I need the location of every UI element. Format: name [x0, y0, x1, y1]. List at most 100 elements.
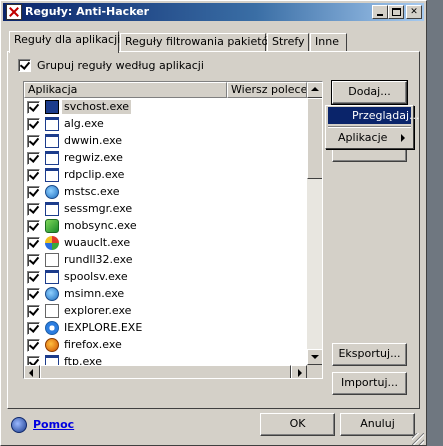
- window-title: Reguły: Anti-Hacker: [25, 5, 150, 18]
- add-context-menu: Przeglądaj... Aplikacje: [325, 105, 420, 149]
- outlook-express-icon: [45, 287, 59, 301]
- rule-enabled-checkbox[interactable]: [27, 152, 40, 165]
- application-name: msimn.exe: [64, 287, 125, 300]
- list-item[interactable]: mstsc.exe: [24, 184, 307, 201]
- rule-enabled-checkbox[interactable]: [27, 118, 40, 131]
- help-icon[interactable]: [11, 417, 27, 433]
- application-list[interactable]: Aplikacja Wiersz polecenia svchost.exe al…: [23, 81, 323, 379]
- document-icon: [45, 253, 59, 267]
- list-item[interactable]: wuauclt.exe: [24, 235, 307, 252]
- scroll-up-button[interactable]: [307, 82, 322, 98]
- vertical-scrollbar[interactable]: [307, 82, 322, 365]
- group-rules-label: Grupuj reguły według aplikacji: [37, 59, 204, 72]
- application-name: IEXPLORE.EXE: [64, 321, 143, 334]
- document-icon: [45, 304, 59, 318]
- windows-update-icon: [45, 236, 59, 250]
- list-item[interactable]: svchost.exe: [24, 99, 307, 116]
- add-button[interactable]: Dodaj...: [332, 81, 407, 104]
- list-item[interactable]: IEXPLORE.EXE: [24, 320, 307, 337]
- vertical-scroll-thumb[interactable]: [307, 98, 322, 179]
- rule-enabled-checkbox[interactable]: [27, 220, 40, 233]
- tab-application-rules[interactable]: Reguły dla aplikacji: [9, 31, 120, 53]
- tab-other[interactable]: Inne: [310, 33, 347, 51]
- list-item[interactable]: firefox.exe: [24, 337, 307, 354]
- rule-enabled-checkbox[interactable]: [27, 339, 40, 352]
- scroll-down-button[interactable]: [307, 349, 322, 365]
- menu-item-browse[interactable]: Przeglądaj...: [328, 107, 420, 124]
- rule-enabled-checkbox[interactable]: [27, 254, 40, 267]
- rule-enabled-checkbox[interactable]: [27, 288, 40, 301]
- horizontal-scrollbar[interactable]: [24, 365, 307, 378]
- column-header-application[interactable]: Aplikacja: [24, 82, 227, 98]
- application-name: alg.exe: [64, 117, 104, 130]
- anti-hacker-icon: [6, 4, 22, 20]
- rule-enabled-checkbox[interactable]: [27, 186, 40, 199]
- maximize-button[interactable]: [388, 5, 404, 19]
- list-item[interactable]: msimn.exe: [24, 286, 307, 303]
- window-icon: [45, 134, 59, 148]
- arrow-right-icon: [298, 369, 302, 377]
- title-bar[interactable]: Reguły: Anti-Hacker ✕: [3, 3, 424, 21]
- ok-button[interactable]: OK: [260, 413, 335, 436]
- menu-item-applications[interactable]: Aplikacje: [328, 129, 411, 146]
- list-item[interactable]: spoolsv.exe: [24, 269, 307, 286]
- list-rows: svchost.exe alg.exe dwwin.exe regwiz.exe rdp…: [24, 99, 307, 371]
- firefox-icon: [45, 338, 59, 352]
- list-item[interactable]: alg.exe: [24, 116, 307, 133]
- maximize-icon: [392, 8, 401, 16]
- list-item[interactable]: rundll32.exe: [24, 252, 307, 269]
- application-name: rdpclip.exe: [64, 168, 125, 181]
- tab-packet-filtering-rules[interactable]: Reguły filtrowania pakietów: [120, 33, 277, 51]
- arrow-left-icon: [29, 369, 33, 377]
- arrow-down-icon: [311, 355, 319, 359]
- rule-enabled-checkbox[interactable]: [27, 203, 40, 216]
- close-icon: ✕: [410, 7, 418, 17]
- tab-zones[interactable]: Strefy: [267, 33, 309, 51]
- export-button[interactable]: Eksportuj...: [332, 343, 407, 366]
- application-name: sessmgr.exe: [64, 202, 133, 215]
- rule-enabled-checkbox[interactable]: [27, 271, 40, 284]
- scroll-left-button[interactable]: [24, 365, 40, 378]
- minimize-button[interactable]: [372, 5, 388, 19]
- list-header: Aplikacja Wiersz polecenia: [24, 82, 307, 98]
- resize-grip[interactable]: [412, 433, 424, 445]
- sync-icon: [45, 219, 59, 233]
- application-name: svchost.exe: [62, 100, 132, 114]
- rule-enabled-checkbox[interactable]: [27, 305, 40, 318]
- import-button[interactable]: Importuj...: [332, 372, 407, 395]
- list-item[interactable]: mobsync.exe: [24, 218, 307, 235]
- help-link[interactable]: Pomoc: [33, 418, 74, 431]
- window-icon: [45, 100, 59, 114]
- rule-enabled-checkbox[interactable]: [27, 322, 40, 335]
- close-button[interactable]: ✕: [406, 5, 422, 19]
- application-name: mstsc.exe: [64, 185, 120, 198]
- submenu-arrow-icon: [401, 134, 405, 142]
- group-rules-checkbox[interactable]: [18, 59, 31, 72]
- list-item[interactable]: regwiz.exe: [24, 150, 307, 167]
- internet-explorer-icon: [45, 321, 59, 335]
- scroll-right-button[interactable]: [291, 365, 307, 378]
- rule-enabled-checkbox[interactable]: [27, 135, 40, 148]
- window-icon: [45, 151, 59, 165]
- list-item[interactable]: sessmgr.exe: [24, 201, 307, 218]
- application-name: dwwin.exe: [64, 134, 123, 147]
- rule-enabled-checkbox[interactable]: [27, 169, 40, 182]
- rule-enabled-checkbox[interactable]: [27, 237, 40, 250]
- list-item[interactable]: rdpclip.exe: [24, 167, 307, 184]
- list-item[interactable]: dwwin.exe: [24, 133, 307, 150]
- column-header-command-line[interactable]: Wiersz polecenia: [227, 82, 307, 98]
- window-icon: [45, 117, 59, 131]
- menu-item-applications-label: Aplikacje: [338, 131, 388, 144]
- cancel-button[interactable]: Anuluj: [340, 413, 415, 436]
- list-item[interactable]: explorer.exe: [24, 303, 307, 320]
- application-name: mobsync.exe: [64, 219, 137, 232]
- remote-desktop-icon: [45, 185, 59, 199]
- application-name: wuauclt.exe: [64, 236, 131, 249]
- arrow-up-icon: [311, 87, 319, 91]
- application-name: spoolsv.exe: [64, 270, 128, 283]
- application-name: regwiz.exe: [64, 151, 123, 164]
- window-icon: [45, 270, 59, 284]
- horizontal-scroll-thumb[interactable]: [40, 365, 291, 378]
- rule-enabled-checkbox[interactable]: [27, 101, 40, 114]
- scrollbar-corner: [307, 365, 322, 378]
